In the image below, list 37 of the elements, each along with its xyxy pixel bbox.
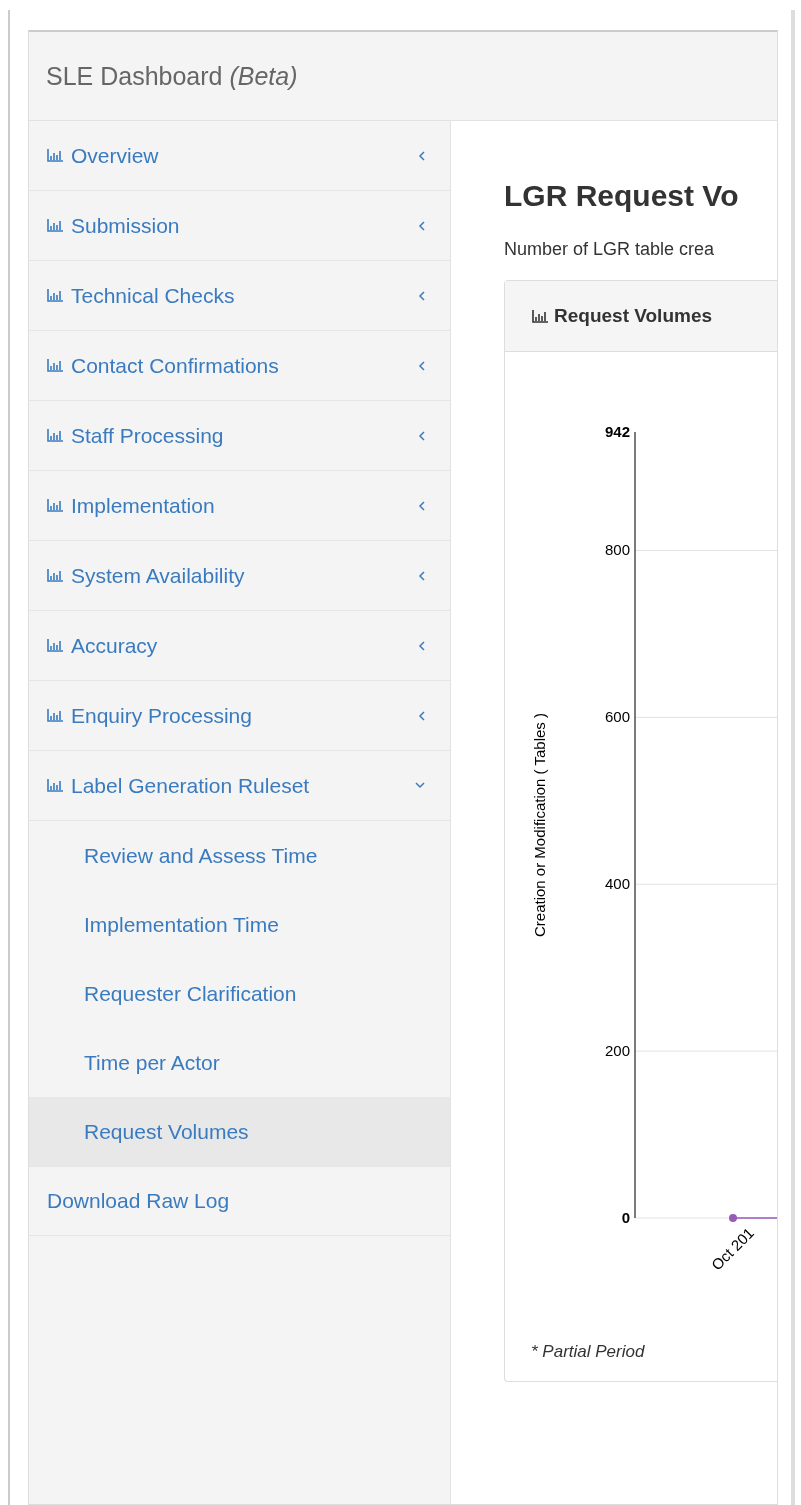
dashboard-title: SLE Dashboard (Beta) [46, 61, 298, 91]
bar-chart-icon [47, 429, 63, 442]
submenu-item[interactable]: Request Volumes [29, 1097, 450, 1166]
chevron-left-icon [418, 290, 425, 301]
bar-chart-icon [47, 779, 63, 792]
chevron-left-icon [418, 360, 425, 371]
bar-chart-icon [47, 569, 63, 582]
download-link[interactable]: Download Raw Log [29, 1166, 450, 1236]
y-axis-title: Creation or Modification ( Tables ) [531, 713, 548, 937]
chevron-left-icon [418, 150, 425, 161]
chevron-left-icon [418, 710, 425, 721]
data-point [729, 1214, 737, 1222]
bar-chart-icon [47, 639, 63, 652]
bar-chart-icon [47, 709, 63, 722]
bar-chart-icon [47, 499, 63, 512]
y-tick-label: 942 [604, 423, 630, 440]
x-tick-label: Oct 201 [707, 1224, 758, 1274]
y-tick-label: 200 [604, 1042, 630, 1060]
page-description: Number of LGR table crea [504, 239, 716, 260]
bar-chart-icon [47, 289, 63, 302]
chevron-left-icon [418, 640, 425, 651]
y-tick-label: 600 [604, 708, 630, 726]
bar-chart-icon [47, 149, 63, 162]
page-heading: LGR Request Vo [504, 179, 740, 213]
chevron-down-icon [415, 782, 425, 789]
y-tick-label: 400 [604, 875, 630, 893]
panel-title: Request Volumes [554, 305, 713, 327]
chevron-left-icon [418, 500, 425, 511]
y-tick-label: 0 [621, 1209, 630, 1226]
y-tick-label: 800 [604, 541, 630, 559]
bar-chart-icon [47, 359, 63, 372]
footnote: * Partial Period [530, 1342, 646, 1362]
bar-chart-icon [47, 219, 63, 232]
bar-chart-icon [532, 309, 548, 323]
chevron-left-icon [418, 570, 425, 581]
chevron-left-icon [418, 220, 425, 231]
chevron-left-icon [418, 430, 425, 441]
